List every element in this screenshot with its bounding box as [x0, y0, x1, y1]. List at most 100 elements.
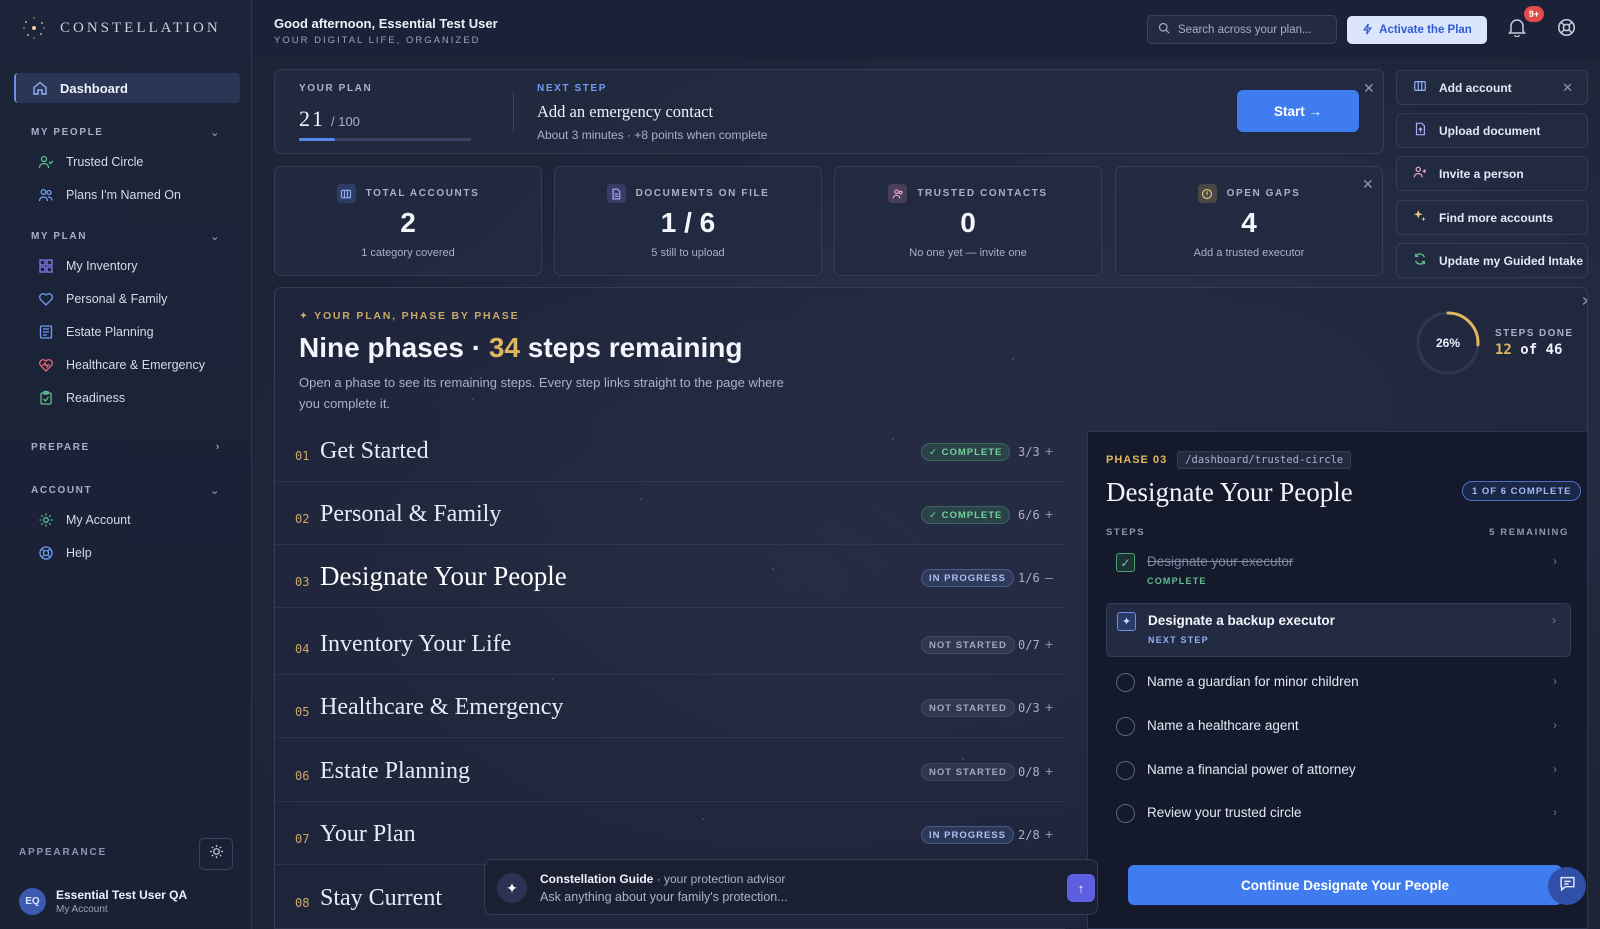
- chevron-right-icon: ›: [215, 441, 221, 453]
- section-prepare[interactable]: PREPARE ›: [31, 441, 221, 453]
- step-label: Name a financial power of attorney: [1147, 762, 1356, 777]
- stat-card-total-accounts[interactable]: TOTAL ACCOUNTS 2 1 category covered: [274, 166, 542, 276]
- close-icon[interactable]: ✕: [1562, 80, 1573, 96]
- section-my-people[interactable]: MY PEOPLE ⌄: [31, 126, 221, 139]
- empty-circle-icon[interactable]: [1116, 717, 1135, 736]
- phase-count: 3/3: [1018, 445, 1040, 459]
- step-item[interactable]: ✦ Designate a backup executor NEXT STEP ›: [1106, 603, 1571, 657]
- search-input[interactable]: [1178, 23, 1328, 36]
- guide-header: Constellation Guide · your protection ad…: [540, 872, 785, 886]
- empty-circle-icon[interactable]: [1116, 761, 1135, 780]
- user-profile[interactable]: EQ Essential Test User QA My Account: [19, 888, 187, 915]
- phase-number: 04: [295, 642, 310, 656]
- quick-action-label: Invite a person: [1439, 166, 1524, 181]
- sidebar-item-label: Healthcare & Emergency: [66, 358, 205, 372]
- greeting-text: Good afternoon, Essential Test User: [274, 16, 498, 31]
- stat-card-documents[interactable]: DOCUMENTS ON FILE 1 / 6 5 still to uploa…: [554, 166, 822, 276]
- steps-done-of: of 46: [1520, 342, 1563, 358]
- plan-progress-bar: [299, 138, 471, 141]
- sidebar-item-help[interactable]: Help: [38, 545, 92, 561]
- stat-card-trusted-contacts[interactable]: TRUSTED CONTACTS 0 No one yet — invite o…: [834, 166, 1102, 276]
- phase-status-badge: NOT STARTED: [921, 699, 1015, 717]
- phase-name: Healthcare & Emergency: [320, 694, 564, 720]
- stat-header: DOCUMENTS ON FILE: [555, 184, 821, 203]
- stat-label: DOCUMENTS ON FILE: [635, 188, 770, 199]
- send-button[interactable]: ↑: [1067, 874, 1095, 902]
- sidebar-item-dashboard[interactable]: Dashboard: [14, 73, 240, 103]
- collapse-icon[interactable]: –: [1045, 569, 1053, 585]
- expand-icon[interactable]: +: [1045, 506, 1053, 522]
- stat-label: TOTAL ACCOUNTS: [365, 188, 480, 199]
- phase-number: 01: [295, 449, 310, 463]
- stat-sub: 1 category covered: [361, 247, 455, 259]
- brand[interactable]: CONSTELLATION: [20, 14, 221, 42]
- close-icon[interactable]: ✕: [1362, 176, 1374, 193]
- step-label: Designate a backup executor: [1148, 613, 1335, 628]
- phase-row[interactable]: 04 Inventory Your Life NOT STARTED 0/7 +: [275, 611, 1065, 675]
- sidebar-item-my-inventory[interactable]: My Inventory: [38, 258, 138, 274]
- phase-name: Estate Planning: [320, 758, 470, 784]
- guide-name: Constellation Guide: [540, 872, 654, 886]
- expand-icon[interactable]: +: [1045, 699, 1053, 715]
- quick-action-label: Upload document: [1439, 123, 1541, 138]
- sidebar-item-plans-named-on[interactable]: Plans I'm Named On: [38, 187, 181, 203]
- section-account[interactable]: ACCOUNT ⌄: [31, 484, 221, 497]
- plan-label: YOUR PLAN: [299, 83, 373, 94]
- home-icon: [32, 80, 48, 96]
- phase-row[interactable]: 05 Healthcare & Emergency NOT STARTED 0/3 +: [275, 674, 1065, 738]
- plan-score-max: / 100: [331, 114, 360, 129]
- activate-plan-button[interactable]: Activate the Plan: [1347, 16, 1487, 44]
- start-button[interactable]: Start →: [1237, 90, 1359, 132]
- sidebar-item-healthcare-emergency[interactable]: Healthcare & Emergency: [38, 357, 205, 373]
- chat-button[interactable]: [1548, 867, 1586, 905]
- sidebar-item-trusted-circle[interactable]: Trusted Circle: [38, 154, 143, 170]
- guide-input[interactable]: [540, 890, 1010, 904]
- step-item[interactable]: Review your trusted circle ›: [1106, 796, 1571, 850]
- expand-icon[interactable]: +: [1045, 443, 1053, 459]
- phases-description: Open a phase to see its remaining steps.…: [299, 375, 784, 411]
- quick-action-add-account[interactable]: Add account ✕: [1396, 70, 1588, 105]
- expand-icon[interactable]: +: [1045, 636, 1053, 652]
- expand-icon[interactable]: +: [1045, 763, 1053, 779]
- continue-phase-button[interactable]: Continue Designate Your People: [1128, 865, 1562, 905]
- search-box[interactable]: [1147, 15, 1337, 44]
- appearance-label: APPEARANCE: [19, 847, 108, 858]
- phase-row[interactable]: 03 Designate Your People IN PROGRESS 1/6–: [275, 544, 1065, 608]
- stat-card-open-gaps[interactable]: OPEN GAPS 4 Add a trusted executor ✕: [1115, 166, 1383, 276]
- sidebar-item-readiness[interactable]: Readiness: [38, 390, 125, 406]
- sparkle-icon[interactable]: ✦: [1117, 612, 1136, 631]
- section-my-plan[interactable]: MY PLAN ⌄: [31, 230, 221, 243]
- phase-number: 07: [295, 832, 310, 846]
- step-label: Review your trusted circle: [1147, 805, 1302, 820]
- phase-row[interactable]: 07 Your Plan IN PROGRESS 2/8 +: [275, 801, 1065, 865]
- empty-circle-icon[interactable]: [1116, 804, 1135, 823]
- search-icon: [1158, 21, 1170, 39]
- phase-status-badge: IN PROGRESS: [921, 569, 1014, 587]
- phase-count: 0/8: [1018, 765, 1040, 779]
- quick-action-update-intake[interactable]: Update my Guided Intake: [1396, 243, 1588, 278]
- close-icon[interactable]: ✕: [1363, 80, 1375, 97]
- empty-circle-icon[interactable]: [1116, 673, 1135, 692]
- step-item[interactable]: ✓ Designate your executor COMPLETE ›: [1106, 545, 1571, 599]
- theme-toggle-button[interactable]: [199, 838, 233, 870]
- quick-action-upload-document[interactable]: Upload document: [1396, 113, 1588, 148]
- detail-path[interactable]: /dashboard/trusted-circle: [1177, 451, 1352, 469]
- checkbox-checked-icon[interactable]: ✓: [1116, 553, 1135, 572]
- sidebar-item-my-account[interactable]: My Account: [38, 512, 131, 528]
- detail-title: Designate Your People: [1106, 477, 1353, 507]
- phase-row[interactable]: 01 Get Started ✓ COMPLETE 3/3 +: [275, 418, 1065, 482]
- notifications-button[interactable]: [1508, 17, 1526, 42]
- detail-remaining: 5 REMAINING: [1489, 527, 1569, 538]
- sidebar-item-personal-family[interactable]: Personal & Family: [38, 291, 167, 307]
- sidebar-item-estate-planning[interactable]: Estate Planning: [38, 324, 154, 340]
- phase-row[interactable]: 02 Personal & Family ✓ COMPLETE 6/6 +: [275, 481, 1065, 545]
- detail-progress-badge: 1 OF 6 COMPLETE: [1462, 481, 1582, 501]
- close-icon[interactable]: ✕: [1581, 293, 1587, 310]
- detail-phase-header: PHASE 03 /dashboard/trusted-circle: [1106, 451, 1352, 469]
- phase-name: Inventory Your Life: [320, 631, 512, 657]
- quick-action-find-accounts[interactable]: Find more accounts: [1396, 200, 1588, 235]
- support-button[interactable]: [1557, 18, 1576, 42]
- phase-row[interactable]: 06 Estate Planning NOT STARTED 0/8 +: [275, 738, 1065, 802]
- quick-action-invite-person[interactable]: Invite a person: [1396, 156, 1588, 191]
- expand-icon[interactable]: +: [1045, 826, 1053, 842]
